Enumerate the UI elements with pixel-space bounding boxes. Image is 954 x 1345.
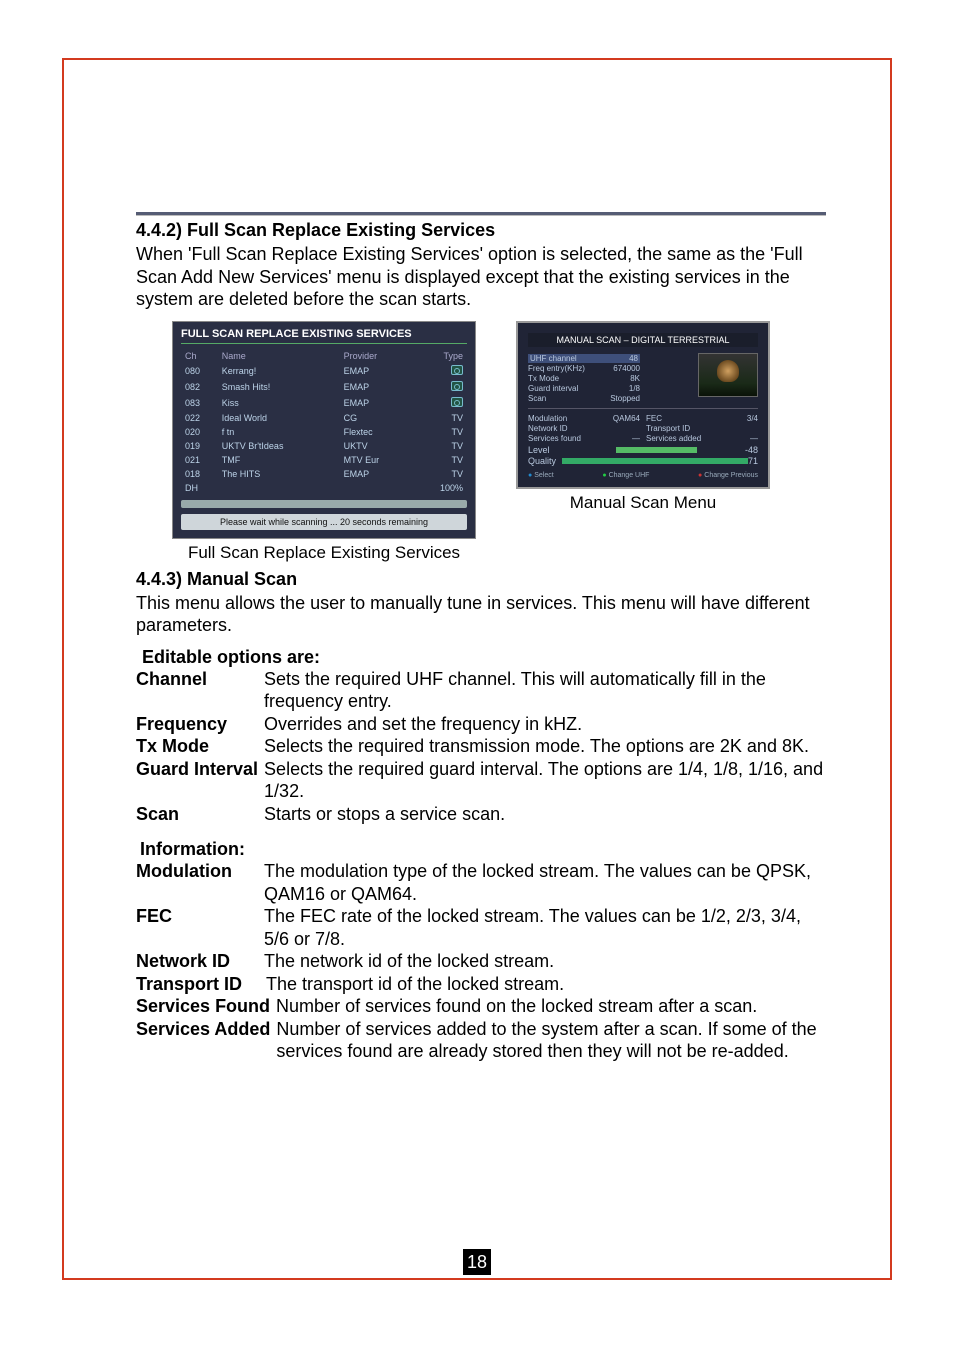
opt-scan-desc: Starts or stops a service scan. bbox=[264, 803, 826, 826]
info-transportid-term: Transport ID bbox=[136, 973, 266, 996]
col-name: Name bbox=[220, 350, 340, 362]
section-443-title: 4.4.3) Manual Scan bbox=[136, 569, 826, 590]
screenshots-row: FULL SCAN REPLACE EXISTING SERVICES Ch N… bbox=[172, 321, 826, 563]
table-row: 021TMFMTV EurTV bbox=[183, 454, 465, 466]
wait-message: Please wait while scanning ... 20 second… bbox=[181, 514, 467, 530]
opt-frequency-desc: Overrides and set the frequency in kHZ. bbox=[264, 713, 826, 736]
preview-image bbox=[698, 353, 758, 397]
info-fec-term: FEC bbox=[136, 905, 264, 950]
information-header: Information: bbox=[140, 839, 826, 860]
opt-txmode-desc: Selects the required transmission mode. … bbox=[264, 735, 826, 758]
page-number: 18 bbox=[463, 1249, 491, 1275]
table-row: 022Ideal WorldCGTV bbox=[183, 412, 465, 424]
quality-bar bbox=[562, 458, 748, 464]
section-442-title: 4.4.2) Full Scan Replace Existing Servic… bbox=[136, 220, 826, 241]
prev-hint: Change Previous bbox=[698, 472, 758, 479]
table-row: 019UKTV Br'tIdeasUKTVTV bbox=[183, 440, 465, 452]
info-servicesfound-desc: Number of services found on the locked s… bbox=[276, 995, 826, 1018]
fullscan-screenshot: FULL SCAN REPLACE EXISTING SERVICES Ch N… bbox=[172, 321, 476, 563]
table-row: DH100% bbox=[183, 482, 465, 494]
radio-icon bbox=[451, 365, 463, 375]
radio-icon bbox=[451, 381, 463, 391]
info-servicesfound-term: Services Found bbox=[136, 995, 270, 1018]
manual-panel-title: MANUAL SCAN – DIGITAL TERRESTRIAL bbox=[528, 333, 758, 347]
info-servicesadded-term: Services Added bbox=[136, 1018, 270, 1063]
manual-panel: MANUAL SCAN – DIGITAL TERRESTRIAL UHF ch… bbox=[516, 321, 770, 489]
opt-guard-term: Guard Interval bbox=[136, 758, 258, 803]
fullscan-caption: Full Scan Replace Existing Services bbox=[188, 543, 460, 563]
opt-scan-term: Scan bbox=[136, 803, 264, 826]
table-row: 080Kerrang!EMAP bbox=[183, 364, 465, 378]
table-row: 083KissEMAP bbox=[183, 396, 465, 410]
fullscan-panel: FULL SCAN REPLACE EXISTING SERVICES Ch N… bbox=[172, 321, 476, 539]
info-fec-desc: The FEC rate of the locked stream. The v… bbox=[264, 905, 826, 950]
section-443-body: This menu allows the user to manually tu… bbox=[136, 592, 826, 637]
opt-txmode-term: Tx Mode bbox=[136, 735, 264, 758]
col-type: Type bbox=[416, 350, 465, 362]
col-ch: Ch bbox=[183, 350, 218, 362]
manualscan-screenshot: MANUAL SCAN – DIGITAL TERRESTRIAL UHF ch… bbox=[516, 321, 770, 513]
radio-icon bbox=[451, 397, 463, 407]
opt-guard-desc: Selects the required guard interval. The… bbox=[264, 758, 826, 803]
change-hint: Change UHF bbox=[602, 472, 649, 479]
fullscan-panel-title: FULL SCAN REPLACE EXISTING SERVICES bbox=[181, 328, 467, 344]
fullscan-table: Ch Name Provider Type 080Kerrang!EMAP 08… bbox=[181, 348, 467, 496]
manual-caption: Manual Scan Menu bbox=[570, 493, 716, 513]
progress-bar bbox=[181, 500, 467, 508]
section-442-body: When 'Full Scan Replace Existing Service… bbox=[136, 243, 826, 311]
opt-channel-desc: Sets the required UHF channel. This will… bbox=[264, 668, 826, 713]
level-bar bbox=[616, 447, 697, 453]
table-row: 082Smash Hits!EMAP bbox=[183, 380, 465, 394]
info-netid-desc: The network id of the locked stream. bbox=[264, 950, 826, 973]
select-hint: Select bbox=[528, 472, 554, 479]
info-transportid-desc: The transport id of the locked stream. bbox=[266, 973, 826, 996]
table-row: 018The HITSEMAPTV bbox=[183, 468, 465, 480]
opt-frequency-term: Frequency bbox=[136, 713, 264, 736]
info-netid-term: Network ID bbox=[136, 950, 264, 973]
opt-channel-term: Channel bbox=[136, 668, 264, 713]
editable-options-header: Editable options are: bbox=[142, 647, 826, 668]
info-modulation-desc: The modulation type of the locked stream… bbox=[264, 860, 826, 905]
col-provider: Provider bbox=[342, 350, 414, 362]
page-content: 4.4.2) Full Scan Replace Existing Servic… bbox=[136, 212, 826, 1063]
table-row: 020f tnFlextecTV bbox=[183, 426, 465, 438]
info-servicesadded-desc: Number of services added to the system a… bbox=[276, 1018, 826, 1063]
section-rule bbox=[136, 212, 826, 216]
info-modulation-term: Modulation bbox=[136, 860, 264, 905]
